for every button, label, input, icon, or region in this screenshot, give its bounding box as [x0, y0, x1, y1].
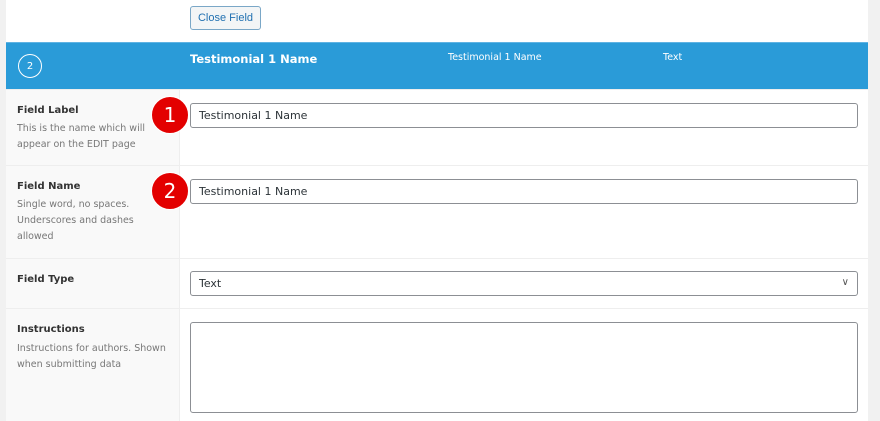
field-type-value: Text: [199, 277, 222, 290]
field-label-row: Field Label This is the name which will …: [6, 89, 868, 165]
close-field-button[interactable]: Close Field: [190, 6, 261, 30]
field-type-select[interactable]: Text ∨: [190, 271, 858, 296]
step-badge-1: 1: [151, 96, 189, 134]
field-header-label[interactable]: Testimonial 1 Name: [190, 52, 317, 66]
field-label-description: This is the name which will appear on th…: [17, 123, 145, 150]
field-header-name: Testimonial 1 Name: [448, 52, 542, 63]
field-name-title: Field Name: [17, 181, 81, 192]
field-label-title: Field Label: [17, 105, 79, 116]
field-order-badge[interactable]: 2: [18, 54, 42, 78]
instructions-row: Instructions Instructions for authors. S…: [6, 308, 868, 421]
field-name-description: Single word, no spaces. Underscores and …: [17, 199, 134, 242]
field-type-title: Field Type: [17, 274, 75, 285]
field-name-row: Field Name Single word, no spaces. Under…: [6, 165, 868, 258]
instructions-description: Instructions for authors. Shown when sub…: [17, 343, 166, 370]
field-label-input[interactable]: Testimonial 1 Name: [190, 103, 858, 128]
step-badge-2: 2: [151, 172, 189, 210]
field-type-row: Field Type Text ∨: [6, 258, 868, 308]
field-header-bar[interactable]: 2 Testimonial 1 Name Testimonial 1 Name …: [6, 42, 868, 89]
field-name-input[interactable]: Testimonial 1 Name: [190, 179, 858, 204]
instructions-title: Instructions: [17, 324, 85, 335]
instructions-textarea[interactable]: [190, 322, 858, 413]
field-header-type: Text: [663, 52, 683, 63]
chevron-down-icon: ∨: [841, 277, 849, 288]
